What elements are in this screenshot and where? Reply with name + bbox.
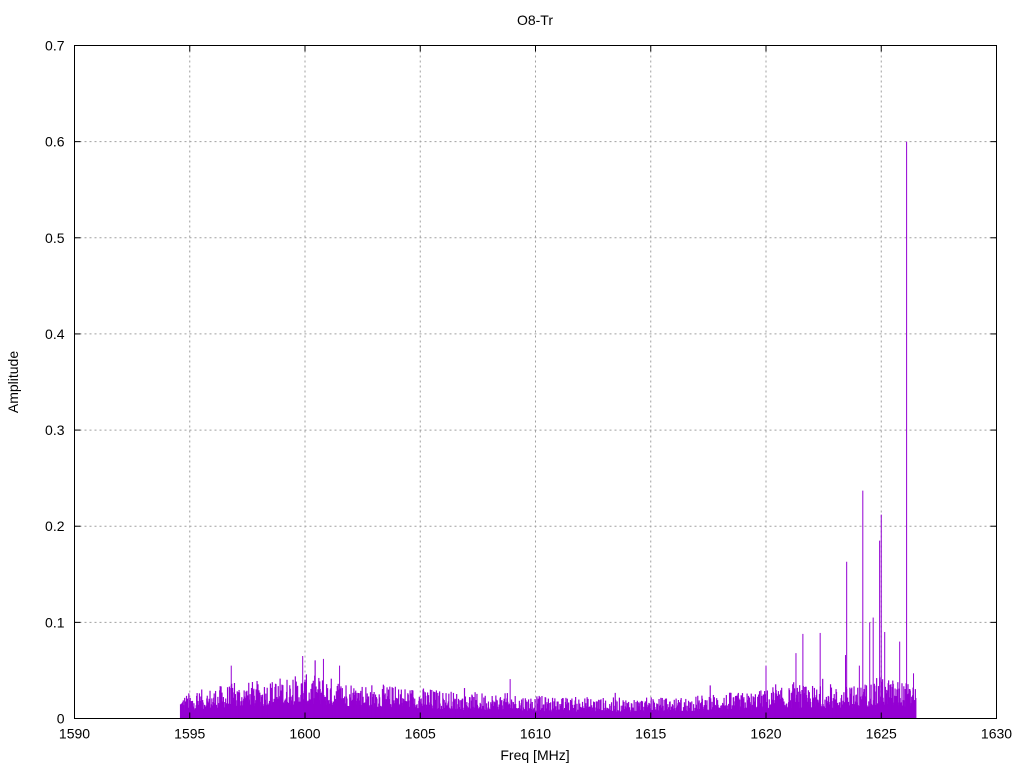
chart-title: O8-Tr xyxy=(517,12,553,28)
y-tick-label: 0.4 xyxy=(45,326,65,342)
y-tick-label: 0.7 xyxy=(45,38,65,54)
x-tick-label: 1605 xyxy=(405,726,436,742)
x-tick-label: 1625 xyxy=(866,726,897,742)
y-tick-label: 0.3 xyxy=(45,422,65,438)
y-tick-label: 0.5 xyxy=(45,230,65,246)
x-tick-label: 1600 xyxy=(289,726,320,742)
y-tick-label: 0 xyxy=(57,711,65,727)
y-axis-label: Amplitude xyxy=(5,351,21,413)
y-tick-label: 0.2 xyxy=(45,518,65,534)
x-tick-label: 1630 xyxy=(981,726,1012,742)
x-tick-label: 1620 xyxy=(750,726,781,742)
x-tick-label: 1615 xyxy=(635,726,666,742)
chart: 1590 1595 1600 1605 1610 1615 1620 1625 1630 0 0.1… xyxy=(5,12,1012,763)
x-axis-label: Freq [MHz] xyxy=(500,747,569,763)
y-tick-label: 0.6 xyxy=(45,134,65,150)
x-tick-label: 1590 xyxy=(59,726,90,742)
x-tick-label: 1595 xyxy=(174,726,205,742)
x-tick-label: 1610 xyxy=(520,726,551,742)
grid xyxy=(74,45,997,719)
y-tick-label: 0.1 xyxy=(45,614,65,630)
